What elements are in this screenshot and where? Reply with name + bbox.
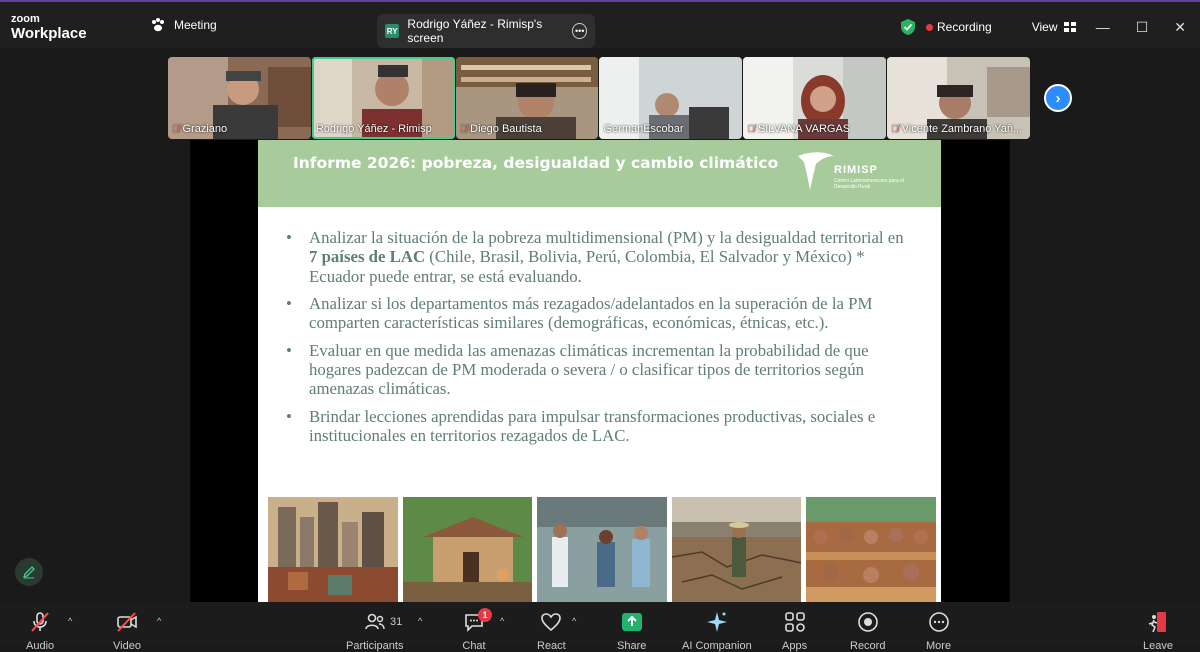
city-illustration bbox=[268, 497, 398, 602]
slide-title: Informe 2026: pobreza, desigualdad y cam… bbox=[293, 154, 779, 172]
grid-icon bbox=[1063, 22, 1076, 32]
apps-icon bbox=[784, 612, 805, 632]
chat-options-caret-icon[interactable]: ^ bbox=[500, 616, 504, 626]
mic-muted-icon: 🎙̸ bbox=[747, 123, 755, 135]
mic-muted-icon bbox=[31, 612, 49, 632]
mic-muted-icon: 🎙̸ bbox=[891, 123, 899, 135]
participant-strip: 🎙̸ Graziano Rodrigo Yáñez - Rimisp 🎙̸ Dieg… bbox=[168, 57, 1030, 139]
status-group: Recording View bbox=[900, 18, 1076, 36]
minimize-icon[interactable]: — bbox=[1096, 19, 1110, 36]
meeting-label: Meeting bbox=[174, 18, 217, 32]
react-options-caret-icon[interactable]: ^ bbox=[572, 616, 576, 626]
participant-tile-german[interactable]: GermanEscobar bbox=[599, 57, 743, 139]
heart-icon bbox=[541, 613, 562, 632]
shield-check-icon[interactable] bbox=[900, 18, 916, 36]
window-controls: — ☐ ✕ bbox=[1096, 19, 1186, 36]
sparkle-icon bbox=[706, 612, 727, 632]
video-options-caret-icon[interactable]: ^ bbox=[157, 616, 161, 626]
record-icon bbox=[857, 612, 878, 632]
meeting-menu[interactable]: Meeting bbox=[150, 17, 217, 33]
participant-tile-silvana[interactable]: 🎙̸ SILVANA VARGAS bbox=[743, 57, 887, 139]
participant-tile-graziano[interactable]: 🎙̸ Graziano bbox=[168, 57, 311, 139]
bullet-3: Evaluar en que medida las amenazas climá… bbox=[284, 341, 914, 399]
screen-share-label: Rodrigo Yáñez - Rimisp's screen bbox=[407, 17, 543, 45]
participants-icon bbox=[364, 613, 385, 630]
participant-tile-rodrigo[interactable]: Rodrigo Yáñez - Rimisp bbox=[311, 57, 455, 139]
shared-screen: Informe 2026: pobreza, desigualdad y cam… bbox=[190, 140, 1010, 602]
next-page-arrow-icon[interactable]: › bbox=[1044, 84, 1072, 112]
screen-share-indicator[interactable]: RY Rodrigo Yáñez - Rimisp's screen ••• bbox=[377, 14, 595, 48]
slide-images bbox=[268, 497, 936, 602]
clinic-illustration bbox=[537, 497, 667, 602]
zoom-logo: zoom Workplace bbox=[11, 13, 87, 42]
participants-count: 31 bbox=[390, 616, 403, 628]
share-screen-icon bbox=[621, 613, 642, 631]
more-dots-icon bbox=[928, 612, 949, 632]
bullet-1: Analizar la situación de la pobreza mult… bbox=[284, 228, 914, 286]
recording-dot-icon bbox=[926, 24, 933, 31]
rimisp-logo: RIMISP Centro Latinoamericano para el De… bbox=[796, 150, 906, 200]
participants-options-caret-icon[interactable]: ^ bbox=[418, 616, 422, 626]
recording-indicator[interactable]: Recording bbox=[926, 20, 992, 34]
mic-muted-icon: 🎙̸ bbox=[459, 123, 468, 135]
meeting-toolbar: Audio ^ Video ^ Participants 31 ^ 1 Chat… bbox=[0, 602, 1200, 652]
participant-tile-diego[interactable]: 🎙̸ Diego Bautista bbox=[455, 57, 599, 139]
paw-icon bbox=[152, 18, 164, 32]
annotate-pencil-icon[interactable] bbox=[15, 558, 43, 586]
participant-tile-vicente[interactable]: 🎙̸ Vicente Zambrano Yañ... bbox=[887, 57, 1030, 139]
drought-illustration bbox=[671, 497, 802, 602]
leave-door-icon bbox=[1148, 612, 1166, 633]
mic-muted-icon: 🎙̸ bbox=[172, 123, 180, 135]
title-bar: zoom Workplace Meeting RY Rodrigo Yáñez … bbox=[0, 0, 1200, 48]
slide-header: Informe 2026: pobreza, desigualdad y cam… bbox=[258, 140, 941, 207]
maximize-icon[interactable]: ☐ bbox=[1136, 19, 1149, 36]
video-off-icon bbox=[117, 612, 137, 632]
bullet-4: Brindar lecciones aprendidas para impuls… bbox=[284, 407, 914, 446]
more-options-icon[interactable]: ••• bbox=[572, 23, 587, 39]
close-icon[interactable]: ✕ bbox=[1174, 19, 1186, 36]
rimisp-map-icon bbox=[798, 152, 834, 190]
slide-bullets: Analizar la situación de la pobreza mult… bbox=[284, 228, 914, 453]
audio-options-caret-icon[interactable]: ^ bbox=[68, 616, 72, 626]
chat-unread-badge: 1 bbox=[478, 608, 492, 622]
view-button[interactable]: View bbox=[1032, 20, 1076, 34]
rural-house-illustration bbox=[402, 497, 533, 602]
presentation-slide: Informe 2026: pobreza, desigualdad y cam… bbox=[258, 140, 941, 602]
classroom-illustration bbox=[806, 497, 936, 602]
bullet-2: Analizar si los departamentos más rezaga… bbox=[284, 294, 914, 333]
presenter-avatar: RY bbox=[385, 24, 400, 38]
